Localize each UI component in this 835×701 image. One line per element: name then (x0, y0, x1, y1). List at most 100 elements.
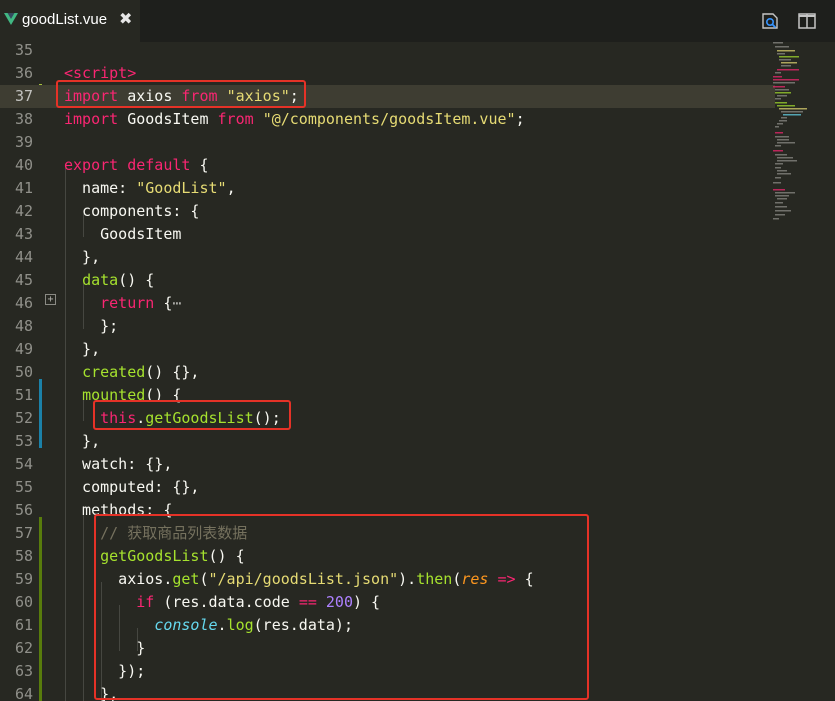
code-line[interactable]: 53 }, (0, 430, 775, 453)
code-line[interactable]: 45 data() { (0, 269, 775, 292)
code-token: watch: {}, (64, 455, 173, 473)
code-text[interactable]: created() {}, (64, 361, 199, 384)
code-token: "GoodList" (136, 179, 227, 197)
line-number[interactable]: 40 (0, 154, 33, 177)
line-number[interactable]: 61 (0, 614, 33, 637)
code-line[interactable]: 48 }; (0, 315, 775, 338)
code-token: ; (515, 110, 525, 128)
line-number[interactable]: 38 (0, 108, 33, 131)
code-text[interactable]: }, (64, 338, 100, 361)
code-token: return (100, 294, 155, 312)
code-line[interactable]: 40 export default { (0, 154, 775, 177)
code-text[interactable]: computed: {}, (64, 476, 199, 499)
code-token: }, (64, 340, 101, 358)
line-number[interactable]: 57 (0, 522, 33, 545)
line-number[interactable]: 58 (0, 545, 33, 568)
code-text[interactable]: watch: {}, (64, 453, 172, 476)
code-text[interactable]: data() { (64, 269, 154, 292)
code-text[interactable]: }, (64, 430, 100, 453)
code-text[interactable]: return {⋯ (64, 292, 181, 315)
code-text[interactable]: name: "GoodList", (64, 177, 236, 200)
code-token: data (82, 271, 119, 289)
code-line[interactable]: 54 watch: {}, (0, 453, 775, 476)
code-text[interactable]: GoodsItem (64, 223, 181, 246)
vue-file-icon (4, 13, 18, 25)
line-number[interactable]: 56 (0, 499, 33, 522)
tab-bar: goodList.vue ✖ (0, 0, 835, 42)
line-number[interactable]: 41 (0, 177, 33, 200)
code-line[interactable]: 44 }, (0, 246, 775, 269)
code-token: }; (64, 317, 119, 335)
line-number[interactable]: 44 (0, 246, 33, 269)
code-line[interactable]: 41 name: "GoodList", (0, 177, 775, 200)
code-token: GoodsItem (118, 110, 218, 128)
line-number[interactable]: 53 (0, 430, 33, 453)
code-token: default (127, 156, 191, 174)
line-number[interactable]: 35 (0, 42, 33, 62)
code-token: from (217, 110, 254, 128)
code-text[interactable]: }; (64, 315, 118, 338)
code-token: () {}, (145, 363, 200, 381)
code-token: components: { (64, 202, 200, 220)
code-token: ⋯ (172, 294, 182, 312)
code-line[interactable]: 39 (0, 131, 775, 154)
code-text[interactable]: export default { (64, 154, 209, 177)
code-editor[interactable]: + 35 36 <script> 37 import axios from "axios… (0, 42, 835, 701)
code-token: }, (64, 248, 101, 266)
editor-tab-goodlist[interactable]: goodList.vue ✖ (0, 0, 140, 42)
line-number[interactable]: 50 (0, 361, 33, 384)
code-token: name: (64, 179, 137, 197)
code-token: () { (118, 271, 155, 289)
line-number[interactable]: 46 (0, 292, 33, 315)
code-line[interactable]: 35 (0, 42, 775, 62)
line-number[interactable]: 60 (0, 591, 33, 614)
close-icon[interactable]: ✖ (119, 9, 132, 28)
line-number[interactable]: 62 (0, 637, 33, 660)
line-number[interactable]: 39 (0, 131, 33, 154)
code-token: "@/components/goodsItem.vue" (262, 110, 516, 128)
line-number[interactable]: 59 (0, 568, 33, 591)
code-text[interactable]: components: { (64, 200, 199, 223)
line-number[interactable]: 45 (0, 269, 33, 292)
tab-filename: goodList.vue (22, 11, 108, 28)
code-line[interactable]: 55 computed: {}, (0, 476, 775, 499)
code-token: created (82, 363, 146, 381)
line-number[interactable]: 42 (0, 200, 33, 223)
code-line[interactable]: 38 import GoodsItem from "@/components/go… (0, 108, 775, 131)
code-line[interactable]: 49 }, (0, 338, 775, 361)
line-number[interactable]: 36 (0, 62, 33, 85)
line-number[interactable]: 48 (0, 315, 33, 338)
highlight-getgoodslist-method (94, 514, 589, 700)
code-token: GoodsItem (64, 225, 182, 243)
minimap[interactable] (773, 42, 835, 701)
line-number[interactable]: 64 (0, 683, 33, 701)
code-token: }, (64, 432, 101, 450)
code-token: export (64, 156, 119, 174)
code-line[interactable]: 43 GoodsItem (0, 223, 775, 246)
split-editor-icon[interactable] (797, 11, 817, 31)
code-text[interactable]: import GoodsItem from "@/components/good… (64, 108, 525, 131)
open-preview-icon[interactable] (760, 11, 780, 31)
code-token: import (64, 110, 119, 128)
highlight-import-axios (56, 80, 306, 108)
code-text[interactable]: }, (64, 246, 100, 269)
line-number[interactable]: 49 (0, 338, 33, 361)
code-token: { (190, 156, 209, 174)
line-number[interactable]: 55 (0, 476, 33, 499)
code-line[interactable]: 42 components: { (0, 200, 775, 223)
code-line[interactable]: 46 return {⋯ (0, 292, 775, 315)
line-number[interactable]: 54 (0, 453, 33, 476)
code-token: , (226, 179, 236, 197)
code-line[interactable]: 50 created() {}, (0, 361, 775, 384)
line-number[interactable]: 43 (0, 223, 33, 246)
code-token: { (154, 294, 173, 312)
line-number[interactable]: 51 (0, 384, 33, 407)
line-number[interactable]: 52 (0, 407, 33, 430)
line-number[interactable]: 37 (0, 85, 33, 108)
line-number[interactable]: 63 (0, 660, 33, 683)
